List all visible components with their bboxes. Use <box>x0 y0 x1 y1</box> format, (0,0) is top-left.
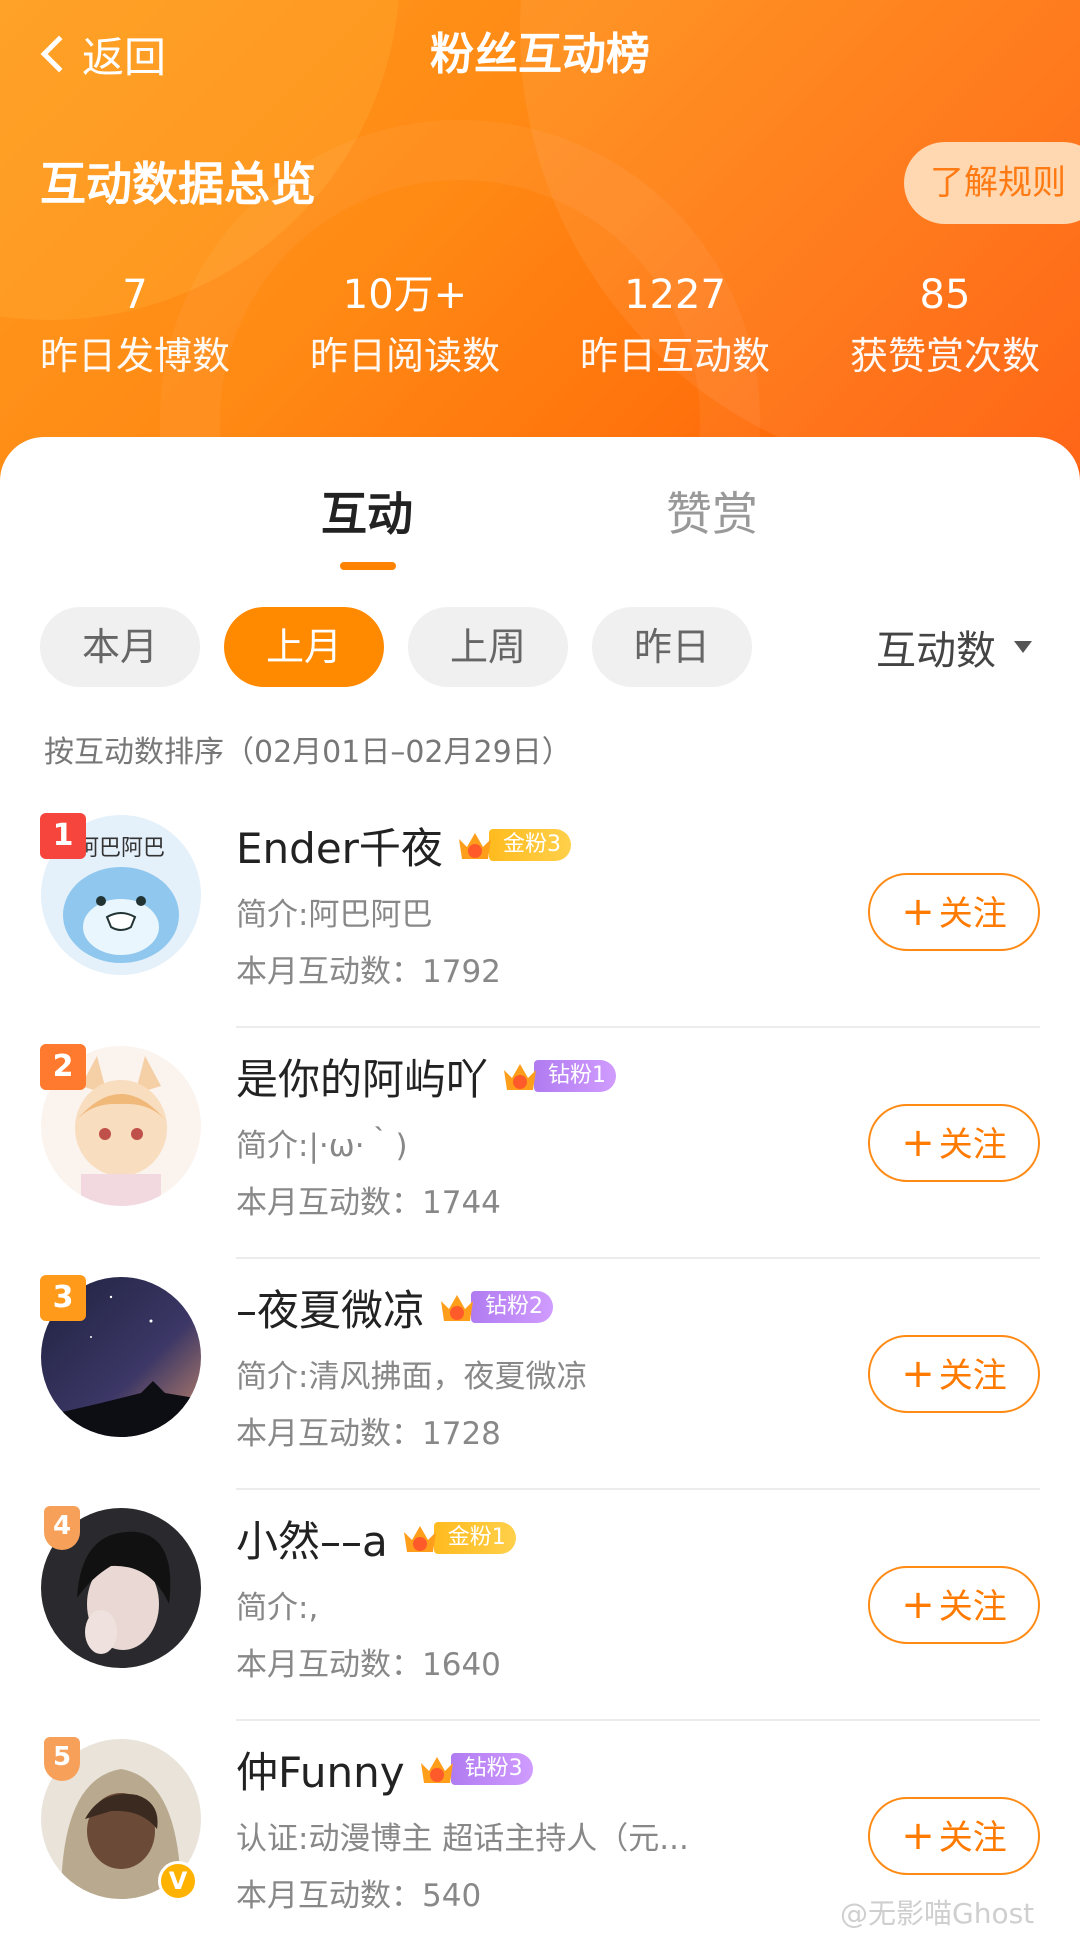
list-item[interactable]: 阿巴阿巴 1 Ender千夜 金粉3 简介:阿巴阿巴 本月互动数：1792 + … <box>0 797 1080 1028</box>
fan-name[interactable]: 小然––a <box>236 1508 388 1569</box>
stat-label: 获赞赏次数 <box>849 334 1040 378</box>
name-line: 仲Funny 钻粉3 <box>236 1739 856 1799</box>
fan-bio: 简介:, <box>236 1590 319 1626</box>
plus-icon: + <box>901 1582 935 1628</box>
fan-badge: 钻粉1 <box>500 1058 617 1094</box>
badge-label: 金粉3 <box>488 829 571 861</box>
badge-label: 钻粉3 <box>450 1753 533 1785</box>
plus-icon: + <box>901 1120 935 1166</box>
ranking-card: 互动 赞赏 本月 上月 上周 昨日 互动数 按互动数排序（02月01日–02月2… <box>0 437 1080 1935</box>
stat-label: 昨日发博数 <box>39 334 230 378</box>
rank-badge: 5 <box>44 1737 80 1781</box>
badge-label: 钻粉1 <box>534 1060 617 1092</box>
watermark: @无影喵Ghost <box>840 1897 1035 1930</box>
fan-bio: 简介:|·ω·｀) <box>236 1128 408 1164</box>
sort-description: 按互动数排序（02月01日–02月29日） <box>44 735 572 770</box>
fan-list: 阿巴阿巴 1 Ender千夜 金粉3 简介:阿巴阿巴 本月互动数：1792 + … <box>0 797 1080 1935</box>
chip-last-month[interactable]: 上月 <box>224 607 384 687</box>
stat-label: 昨日互动数 <box>579 334 770 378</box>
name-line: Ender千夜 金粉3 <box>236 815 856 875</box>
sort-dropdown[interactable]: 互动数 <box>876 615 1032 679</box>
tab-reward[interactable]: 赞赏 <box>612 479 812 549</box>
list-item[interactable]: 4 小然––a 金粉1 简介:, 本月互动数：1640 + 关注 <box>0 1490 1080 1721</box>
stat-value: 7 <box>122 272 148 318</box>
fan-name[interactable]: 仲Funny <box>236 1739 405 1800</box>
chip-yesterday[interactable]: 昨日 <box>592 607 752 687</box>
rank-badge: 3 <box>40 1275 86 1321</box>
interaction-count: 本月互动数：1744 <box>236 1185 501 1221</box>
nav-bar: 返回 粉丝互动榜 <box>0 0 1080 110</box>
fan-bio: 简介:清风拂面，夜夏微凉 <box>236 1359 588 1395</box>
follow-button[interactable]: + 关注 <box>868 873 1040 951</box>
stats-row: 7 昨日发博数 10万+ 昨日阅读数 1227 昨日互动数 85 获赞赏次数 <box>0 268 1080 384</box>
stat-value: 85 <box>919 272 971 318</box>
crown-icon <box>420 1757 453 1783</box>
fan-badge: 金粉1 <box>400 1520 516 1556</box>
fan-info: –夜夏微凉 钻粉2 简介:清风拂面，夜夏微凉 本月互动数：1728 <box>236 1277 856 1453</box>
stat-label: 昨日阅读数 <box>309 334 500 378</box>
fan-name[interactable]: –夜夏微凉 <box>236 1277 425 1338</box>
page-title: 粉丝互动榜 <box>430 29 650 80</box>
badge-label: 钻粉2 <box>471 1291 554 1323</box>
stat-interactions: 1227 昨日互动数 <box>540 268 810 384</box>
stat-value: 10万+ <box>342 272 468 318</box>
chip-this-month[interactable]: 本月 <box>40 607 200 687</box>
plus-icon: + <box>901 1351 935 1397</box>
plus-icon: + <box>901 889 935 935</box>
crown-icon <box>504 1064 537 1090</box>
fan-info: 小然––a 金粉1 简介:, 本月互动数：1640 <box>236 1508 856 1684</box>
interaction-count: 本月互动数：1792 <box>236 954 501 990</box>
list-item[interactable]: 2 是你的阿屿吖 钻粉1 简介:|·ω·｀) 本月互动数：1744 + 关注 <box>0 1028 1080 1259</box>
verified-icon: V <box>158 1861 198 1901</box>
tab-bar: 互动 赞赏 <box>0 437 1080 587</box>
follow-button[interactable]: + 关注 <box>868 1104 1040 1182</box>
rank-badge: 1 <box>40 813 86 859</box>
caret-down-icon <box>1014 641 1032 653</box>
fan-badge: 金粉3 <box>455 827 571 863</box>
name-line: 小然––a 金粉1 <box>236 1508 856 1568</box>
sort-label: 互动数 <box>876 628 996 674</box>
list-item[interactable]: 3 –夜夏微凉 钻粉2 简介:清风拂面，夜夏微凉 本月互动数：1728 + 关注 <box>0 1259 1080 1490</box>
interaction-count: 本月互动数：540 <box>236 1878 482 1914</box>
interaction-count: 本月互动数：1728 <box>236 1416 501 1452</box>
fan-badge: 钻粉3 <box>417 1751 533 1787</box>
fan-info: 是你的阿屿吖 钻粉1 简介:|·ω·｀) 本月互动数：1744 <box>236 1046 856 1222</box>
stat-value: 1227 <box>624 272 726 318</box>
period-filters: 本月 上月 上周 昨日 <box>40 607 776 687</box>
tab-interaction[interactable]: 互动 <box>267 479 467 549</box>
stat-posts: 7 昨日发博数 <box>0 268 270 384</box>
fan-info: Ender千夜 金粉3 简介:阿巴阿巴 本月互动数：1792 <box>236 815 856 991</box>
fan-bio: 简介:阿巴阿巴 <box>236 897 433 933</box>
header-banner: 返回 粉丝互动榜 互动数据总览 了解规则 7 昨日发博数 10万+ 昨日阅读数 … <box>0 0 1080 480</box>
rules-button[interactable]: 了解规则 <box>904 142 1080 224</box>
chip-last-week[interactable]: 上周 <box>408 607 568 687</box>
name-line: 是你的阿屿吖 钻粉1 <box>236 1046 856 1106</box>
stat-reads: 10万+ 昨日阅读数 <box>270 268 540 384</box>
fan-name[interactable]: Ender千夜 <box>236 815 443 876</box>
follow-button[interactable]: + 关注 <box>868 1566 1040 1644</box>
name-line: –夜夏微凉 钻粉2 <box>236 1277 856 1337</box>
badge-label: 金粉1 <box>433 1522 516 1554</box>
overview-title: 互动数据总览 <box>40 157 316 211</box>
follow-button[interactable]: + 关注 <box>868 1335 1040 1413</box>
tab-indicator <box>340 562 396 570</box>
crown-icon <box>403 1526 436 1552</box>
fan-name[interactable]: 是你的阿屿吖 <box>236 1046 488 1107</box>
plus-icon: + <box>901 1813 935 1859</box>
fan-badge: 钻粉2 <box>437 1289 554 1325</box>
fan-info: 仲Funny 钻粉3 认证:动漫博主 超话主持人（元... 本月互动数：540 <box>236 1739 856 1915</box>
stat-rewards: 85 获赞赏次数 <box>810 268 1080 384</box>
svg-text:阿巴阿巴: 阿巴阿巴 <box>77 836 165 861</box>
crown-icon <box>458 833 491 859</box>
rank-badge: 2 <box>40 1044 86 1090</box>
interaction-count: 本月互动数：1640 <box>236 1647 501 1683</box>
rank-badge: 4 <box>44 1506 80 1550</box>
crown-icon <box>441 1295 474 1321</box>
fan-bio: 认证:动漫博主 超话主持人（元... <box>236 1821 689 1857</box>
follow-button[interactable]: + 关注 <box>868 1797 1040 1875</box>
